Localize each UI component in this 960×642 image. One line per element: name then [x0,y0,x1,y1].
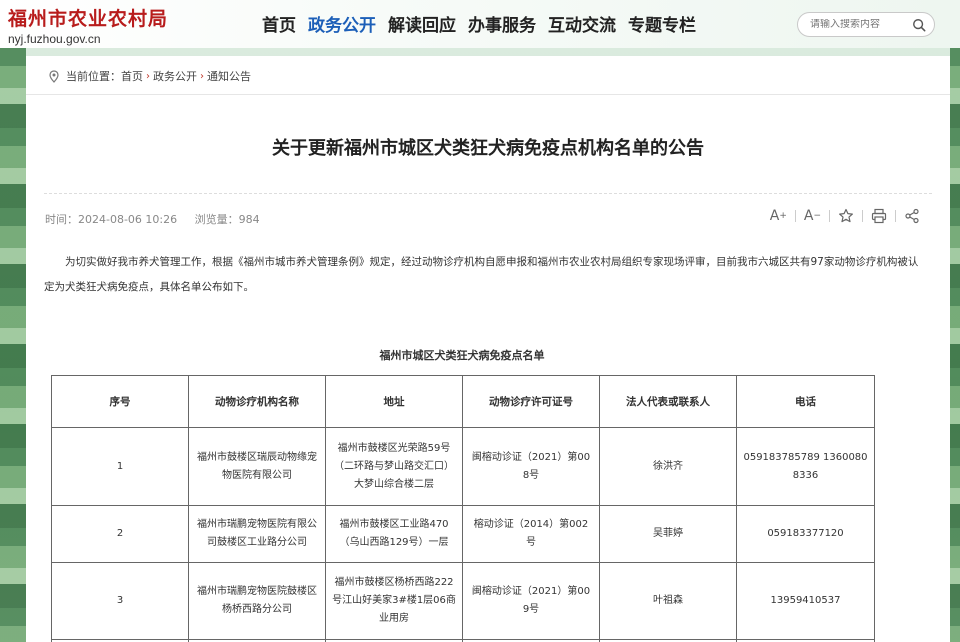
cell-phone: 059183785789 13600808336 [736,427,875,506]
nav-item-topics[interactable]: 专题专栏 [628,11,696,36]
tool-divider [862,210,863,222]
publish-time: 时间：2024-08-06 10:26 [45,213,177,226]
breadcrumb-prefix: 当前位置： [66,70,121,83]
breadcrumb-gov-affairs[interactable]: 政务公开 [153,68,197,84]
cell-contact: 吴菲婷 [599,505,737,563]
cell-address: 福州市鼓楼区光荣路59号（二环路与梦山路交汇口）大梦山综合楼二层 [325,427,463,506]
breadcrumb-separator: › [146,70,150,82]
tool-divider [895,210,896,222]
clinic-list-table: 序号 动物诊疗机构名称 地址 动物诊疗许可证号 法人代表或联系人 电话 1 福州… [51,375,875,642]
print-button[interactable] [871,208,887,224]
header-contact: 法人代表或联系人 [599,375,737,428]
table-caption: 福州市城区犬类狂犬病免疫点名单 [379,349,545,362]
header-index: 序号 [51,375,189,428]
site-logo[interactable]: 福州市农业农村局 nyj.fuzhou.gov.cn [8,4,168,46]
printer-icon [871,208,887,224]
breadcrumb: 当前位置： 首页 › 政务公开 › 通知公告 [48,68,251,84]
font-increase-icon: + [779,211,787,221]
table-row: 2 福州市瑞鹏宠物医院有限公司鼓楼区工业路分公司 福州市鼓楼区工业路470（乌山… [51,505,875,563]
background-scenery-left [0,48,26,642]
article-tools: A + A − [770,208,920,224]
cell-address: 福州市鼓楼区杨桥西路222号江山好美家3#楼1层06商业用房 [325,562,463,640]
location-icon [49,69,59,83]
site-url: nyj.fuzhou.gov.cn [8,32,101,46]
breadcrumb-separator: › [200,70,204,82]
table-header-row: 序号 动物诊疗机构名称 地址 动物诊疗许可证号 法人代表或联系人 电话 [51,375,875,428]
views-value: 984 [238,213,260,226]
breadcrumb-home[interactable]: 首页 [121,68,143,84]
share-button[interactable] [904,208,920,224]
search-input[interactable] [810,19,910,30]
site-header: 福州市农业农村局 nyj.fuzhou.gov.cn 首页 政务公开 解读回应 … [0,0,960,48]
share-icon [905,208,919,224]
nav-item-interpretation[interactable]: 解读回应 [388,11,456,36]
tool-divider [794,210,796,222]
font-decrease-button[interactable]: A − [804,208,821,224]
nav-item-home[interactable]: 首页 [262,11,296,36]
main-nav: 首页 政务公开 解读回应 办事服务 互动交流 专题专栏 [262,11,696,36]
article-title: 关于更新福州市城区犬类狂犬病免疫点机构名单的公告 [272,138,704,159]
cell-clinic-name: 福州市瑞鹏宠物医院鼓楼区杨桥西路分公司 [188,562,326,640]
time-label: 时间： [45,213,78,226]
time-value: 2024-08-06 10:26 [78,213,178,226]
header-phone: 电话 [736,375,875,428]
cell-license: 闽榕动诊证（2021）第009号 [462,562,600,640]
search-icon[interactable] [912,18,926,32]
background-scenery-right [950,48,960,642]
nav-item-interaction[interactable]: 互动交流 [548,11,616,36]
article-card: 当前位置： 首页 › 政务公开 › 通知公告 关于更新福州市城区犬类狂犬病免疫点… [26,56,950,642]
nav-item-services[interactable]: 办事服务 [468,11,536,36]
article-meta: 时间：2024-08-06 10:26 浏览量：984 [45,211,260,227]
divider [44,193,932,194]
site-title: 福州市农业农村局 [8,8,169,30]
article-paragraph: 为切实做好我市养犬管理工作，根据《福州市城市养犬管理条例》规定，经过动物诊疗机构… [44,256,919,293]
cell-index: 1 [51,427,189,506]
cell-clinic-name: 福州市瑞鹏宠物医院有限公司鼓楼区工业路分公司 [188,505,326,563]
nav-item-gov-affairs[interactable]: 政务公开 [308,11,376,36]
favorite-button[interactable] [838,208,854,224]
cell-address: 福州市鼓楼区工业路470（乌山西路129号）一层 [325,505,463,563]
cell-phone: 059183377120 [736,505,875,563]
header-license: 动物诊疗许可证号 [462,375,600,428]
font-increase-button[interactable]: A + [770,208,787,224]
cell-license: 闽榕动诊证（2021）第008号 [462,427,600,506]
star-icon [839,208,853,223]
table-row: 3 福州市瑞鹏宠物医院鼓楼区杨桥西路分公司 福州市鼓楼区杨桥西路222号江山好美… [51,562,875,640]
cell-contact: 徐洪齐 [599,427,737,506]
tool-divider [829,210,830,222]
cell-phone: 13959410537 [736,562,875,640]
search-box [797,12,935,37]
font-decrease-icon: − [813,211,821,221]
divider [26,94,950,95]
header-clinic-name: 动物诊疗机构名称 [188,375,326,428]
cell-index: 3 [51,562,189,640]
breadcrumb-notices[interactable]: 通知公告 [207,68,251,84]
header-address: 地址 [325,375,463,428]
table-row: 1 福州市鼓楼区瑞辰动物缘宠物医院有限公司 福州市鼓楼区光荣路59号（二环路与梦… [51,427,875,506]
cell-index: 2 [51,505,189,563]
cell-clinic-name: 福州市鼓楼区瑞辰动物缘宠物医院有限公司 [188,427,326,506]
views-label: 浏览量： [194,213,239,226]
cell-contact: 叶祖森 [599,562,737,640]
cell-license: 榕动诊证（2014）第002号 [462,505,600,563]
view-count: 浏览量：984 [195,213,260,226]
